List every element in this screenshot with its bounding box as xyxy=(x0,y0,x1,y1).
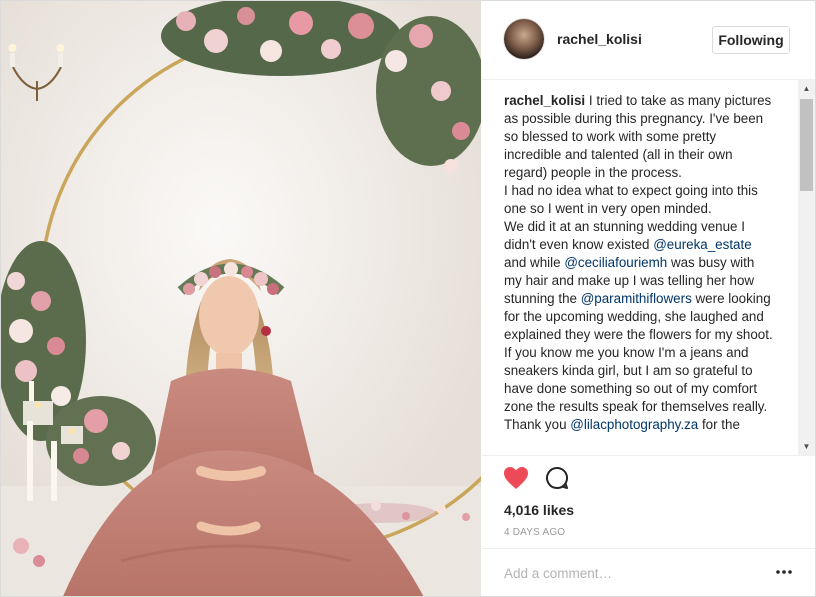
caption-text: I had no idea what to expect going into … xyxy=(504,183,758,216)
post-side-panel: rachel_kolisi Following rachel_kolisi I … xyxy=(482,1,815,596)
post-timestamp[interactable]: 4 DAYS AGO xyxy=(504,527,565,538)
caption-scroll-area: rachel_kolisi I tried to take as many pi… xyxy=(482,80,815,455)
caption-username[interactable]: rachel_kolisi xyxy=(504,93,585,108)
post-header: rachel_kolisi Following xyxy=(482,1,815,80)
mention-link[interactable]: @ceciliafouriemh xyxy=(564,255,667,270)
comment-input[interactable] xyxy=(504,563,754,583)
caption-text: were looking for the upcoming wedding, s… xyxy=(504,291,773,432)
mention-link[interactable]: @paramithiflowers xyxy=(581,291,692,306)
caption-paragraph: I had no idea what to expect going into … xyxy=(504,182,774,218)
mention-link[interactable]: @eureka_estate xyxy=(653,237,751,252)
post-modal: rachel_kolisi Following rachel_kolisi I … xyxy=(0,0,816,597)
scrollbar[interactable]: ▲ ▼ xyxy=(798,80,815,455)
scroll-down-arrow-icon[interactable]: ▼ xyxy=(798,438,815,455)
caption-text: and while xyxy=(504,255,565,270)
add-comment-section xyxy=(482,548,815,596)
caption-paragraph: We did it at an stunning wedding venue I… xyxy=(504,218,774,434)
scroll-up-arrow-icon[interactable]: ▲ xyxy=(798,80,815,97)
post-photo xyxy=(1,1,481,596)
more-options-icon[interactable] xyxy=(775,567,793,577)
caption-text: for the xyxy=(698,417,740,432)
following-button[interactable]: Following xyxy=(712,26,790,54)
caption: rachel_kolisi I tried to take as many pi… xyxy=(504,92,774,434)
username-link[interactable]: rachel_kolisi xyxy=(557,31,642,47)
post-actions: 4,016 likes 4 DAYS AGO xyxy=(482,455,815,596)
avatar[interactable] xyxy=(504,19,544,59)
comment-icon[interactable] xyxy=(545,466,569,490)
scroll-thumb[interactable] xyxy=(800,99,813,191)
heart-icon[interactable] xyxy=(503,466,529,490)
mention-link[interactable]: @lilacphotography.za xyxy=(570,417,698,432)
likes-count[interactable]: 4,016 likes xyxy=(504,502,574,518)
